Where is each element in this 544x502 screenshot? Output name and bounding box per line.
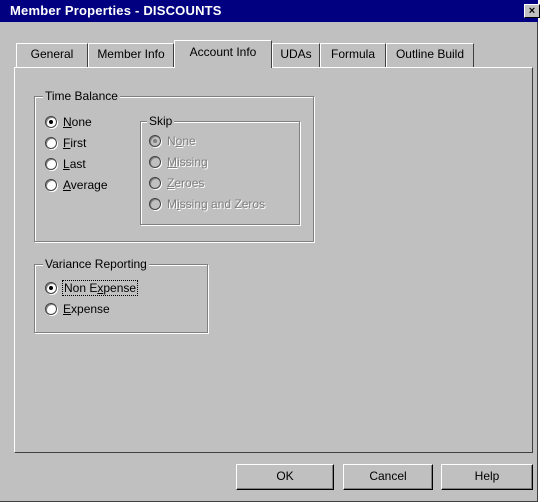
skip-missing-and-zeros-radio[interactable]: Missing and Zeros	[149, 196, 265, 212]
skip-zeroes-radio[interactable]: Zeroes	[149, 175, 204, 191]
variance-reporting-group: Variance Reporting Non Expense Expense	[34, 257, 208, 333]
radio-button-icon[interactable]	[45, 303, 57, 315]
radio-button-icon[interactable]	[45, 137, 57, 149]
radio-button-icon[interactable]	[45, 116, 57, 128]
time-balance-first-radio[interactable]: First	[45, 135, 86, 151]
tab-outline-build[interactable]: Outline Build	[386, 43, 474, 67]
tab-udas[interactable]: UDAs	[272, 43, 320, 67]
account-info-panel: Time Balance None First Last Average Ski…	[14, 67, 533, 453]
skip-legend: Skip	[147, 114, 175, 128]
radio-button-icon[interactable]	[149, 156, 161, 168]
variance-reporting-legend: Variance Reporting	[43, 257, 149, 271]
tab-general[interactable]: General	[16, 43, 88, 67]
skip-missing-radio[interactable]: Missing	[149, 154, 208, 170]
tab-formula[interactable]: Formula	[320, 43, 386, 67]
radio-button-icon[interactable]	[149, 198, 161, 210]
radio-button-icon[interactable]	[45, 282, 57, 294]
skip-none-radio[interactable]: None	[149, 133, 196, 149]
expense-radio[interactable]: Expense	[45, 301, 110, 317]
radio-button-icon[interactable]	[149, 177, 161, 189]
non-expense-radio[interactable]: Non Expense	[45, 280, 139, 296]
ok-button[interactable]: OK	[236, 464, 334, 490]
skip-group: Skip None Missing Zeroes Missing and Zer…	[140, 114, 300, 225]
radio-button-icon[interactable]	[45, 158, 57, 170]
radio-button-icon[interactable]	[149, 135, 161, 147]
window-title: Member Properties - DISCOUNTS	[10, 3, 222, 18]
cancel-button[interactable]: Cancel	[343, 464, 433, 490]
title-bar[interactable]: Member Properties - DISCOUNTS	[0, 0, 538, 22]
tab-member-info[interactable]: Member Info	[88, 43, 174, 67]
time-balance-group: Time Balance None First Last Average Ski…	[34, 89, 314, 242]
help-button[interactable]: Help	[441, 464, 533, 490]
close-icon[interactable]: ×	[524, 4, 540, 18]
time-balance-last-radio[interactable]: Last	[45, 156, 86, 172]
radio-button-icon[interactable]	[45, 179, 57, 191]
member-properties-dialog: Member Properties - DISCOUNTS × General …	[0, 0, 540, 502]
time-balance-none-radio[interactable]: None	[45, 114, 92, 130]
tab-account-info[interactable]: Account Info	[174, 40, 272, 68]
time-balance-average-radio[interactable]: Average	[45, 177, 108, 193]
time-balance-legend: Time Balance	[43, 89, 120, 103]
